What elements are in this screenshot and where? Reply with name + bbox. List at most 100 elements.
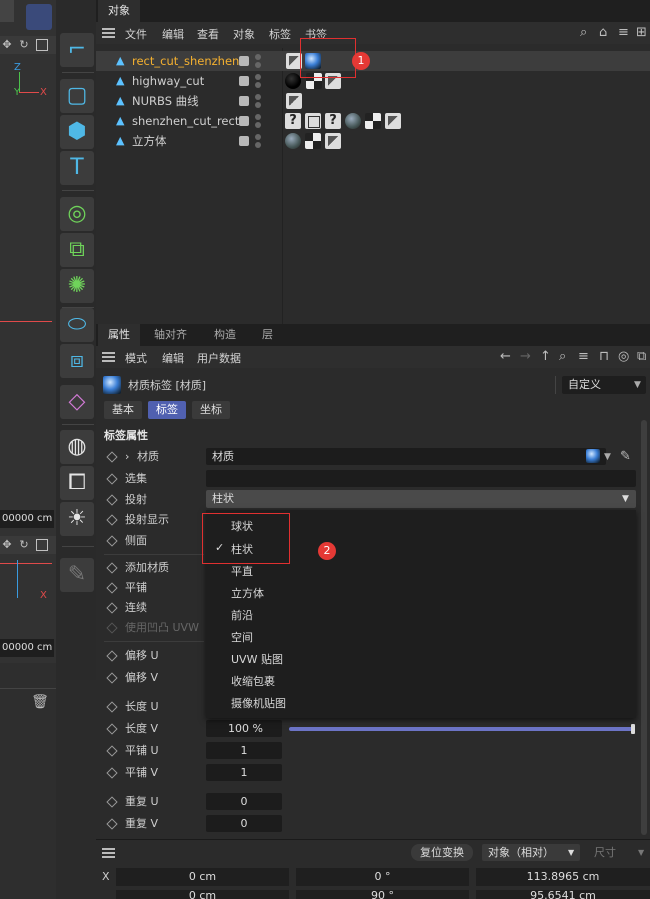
array-icon[interactable]: ◎ [60, 197, 94, 231]
menu-icon[interactable] [102, 352, 115, 362]
search-icon[interactable]: ⌕ [559, 350, 566, 364]
preset-dropdown[interactable]: 自定义 ▼ [562, 376, 646, 394]
menu-file[interactable]: 文件 [125, 26, 147, 42]
object-name[interactable]: shenzhen_cut_rect [132, 111, 239, 131]
maximize-icon[interactable] [36, 39, 48, 51]
rotate-icon[interactable]: ↻ [18, 539, 30, 551]
maximize-icon[interactable] [36, 539, 48, 551]
keyframe-diamond-icon[interactable] [106, 514, 118, 526]
uvw-tag-icon[interactable] [385, 113, 401, 129]
visibility-dots[interactable] [255, 134, 261, 148]
tiles-v-field[interactable]: 1 [206, 764, 282, 781]
visibility-check[interactable] [239, 56, 249, 66]
size-dropdown[interactable]: 尺寸 ▼ [588, 844, 650, 861]
light-icon[interactable]: ☀ [60, 502, 94, 536]
menu-icon[interactable] [102, 848, 115, 858]
uvw-tag-icon[interactable] [325, 133, 341, 149]
dropdown-option-cubic[interactable]: 立方体 [231, 585, 264, 601]
object-row-nurbs-curve[interactable]: ▲ NURBS 曲线 [96, 91, 650, 111]
text-icon[interactable]: T [60, 151, 94, 185]
checker-tag-icon[interactable] [305, 133, 321, 149]
keyframe-diamond-icon[interactable] [106, 473, 118, 485]
stone-material-tag-icon[interactable] [345, 113, 361, 129]
deformer-icon[interactable]: ⬭ [60, 308, 94, 342]
length-v-field[interactable]: 100 % [206, 720, 282, 737]
keyframe-diamond-icon[interactable] [106, 582, 118, 594]
position-x-field[interactable]: 0 cm [116, 868, 289, 886]
unknown-tag-icon[interactable]: ? [325, 113, 341, 129]
section-tab-coords[interactable]: 坐标 [192, 401, 230, 419]
length-v-slider-handle[interactable] [631, 724, 635, 734]
keyframe-diamond-icon[interactable] [106, 723, 118, 735]
viewport-coordinate-field[interactable]: 00000 cm [0, 510, 54, 528]
section-tab-basic[interactable]: 基本 [104, 401, 142, 419]
keyframe-diamond-icon[interactable] [106, 451, 118, 463]
cloner-icon[interactable]: ⧉ [60, 233, 94, 267]
visibility-dots[interactable] [255, 54, 261, 68]
menu-mode[interactable]: 模式 [125, 350, 147, 366]
dropdown-option-uvw-mapping[interactable]: UVW 贴图 [231, 651, 283, 667]
position-y-field[interactable]: 0 cm [116, 890, 289, 899]
object-row-rect-cut-shenzhen[interactable]: ▲ rect_cut_shenzhen [96, 51, 650, 71]
rectangle-icon[interactable]: ▢ [60, 79, 94, 113]
menu-user-data[interactable]: 用户数据 [197, 350, 241, 366]
spline-icon[interactable]: ◇ [60, 385, 94, 419]
filter-icon[interactable]: ≡ [618, 26, 629, 40]
tab-attributes[interactable]: 属性 [98, 324, 140, 346]
visibility-dots[interactable] [255, 74, 261, 88]
expand-chevron-icon[interactable]: › [125, 446, 129, 468]
visibility-dots[interactable] [255, 114, 261, 128]
keyframe-diamond-icon[interactable] [106, 701, 118, 713]
rotation-h-field[interactable]: 0 ° [296, 868, 469, 886]
tab-layer[interactable]: 层 [252, 324, 283, 346]
environment-icon[interactable]: ◍ [60, 430, 94, 464]
tab-objects[interactable]: 对象 [98, 0, 140, 22]
viewport-coordinate-field-2[interactable]: 00000 cm [0, 639, 54, 657]
effector-icon[interactable]: ✺ [60, 269, 94, 303]
filter-icon[interactable]: ≡ [578, 350, 589, 364]
phong-tag-icon[interactable] [305, 113, 321, 129]
unknown-tag-icon[interactable]: ? [285, 113, 301, 129]
uvw-tag-icon[interactable] [286, 93, 302, 109]
visibility-check[interactable] [239, 76, 249, 86]
chevron-down-icon[interactable]: ▼ [604, 446, 611, 468]
repeat-v-field[interactable]: 0 [206, 815, 282, 832]
keyframe-diamond-icon[interactable] [106, 818, 118, 830]
section-tab-tag[interactable]: 标签 [148, 401, 186, 419]
select-tool-icon[interactable]: ⌐ [60, 33, 94, 67]
up-arrow-icon[interactable]: ↑ [540, 350, 551, 364]
visibility-dots[interactable] [255, 94, 261, 108]
rotate-icon[interactable]: ↻ [18, 39, 30, 51]
home-icon[interactable]: ⌂ [599, 26, 607, 40]
bend-icon[interactable]: ⧈ [60, 344, 94, 378]
keyframe-diamond-icon[interactable] [106, 602, 118, 614]
eyedropper-icon[interactable]: ✎ [620, 446, 631, 468]
menu-edit[interactable]: 编辑 [162, 26, 184, 42]
object-name[interactable]: highway_cut [132, 71, 204, 91]
reset-transform-button[interactable]: 复位变换 [411, 844, 473, 861]
object-row-cube[interactable]: ▲ 立方体 [96, 131, 650, 151]
target-icon[interactable]: ◎ [618, 350, 629, 364]
repeat-u-field[interactable]: 0 [206, 793, 282, 810]
keyframe-diamond-icon[interactable] [106, 745, 118, 757]
visibility-check[interactable] [239, 116, 249, 126]
object-row-highway-cut[interactable]: ▲ highway_cut [96, 71, 650, 91]
menu-edit[interactable]: 编辑 [162, 350, 184, 366]
object-name[interactable]: 立方体 [132, 131, 167, 151]
dropdown-option-flat[interactable]: 平直 [231, 563, 253, 579]
projection-dropdown[interactable]: 柱状 ▼ [206, 490, 636, 508]
add-icon[interactable]: ⊞ [636, 26, 647, 40]
size-y-field[interactable]: 95.6541 cm [476, 890, 650, 899]
tab-axis-align[interactable]: 轴对齐 [144, 324, 197, 346]
dropdown-option-frontal[interactable]: 前沿 [231, 607, 253, 623]
keyframe-diamond-icon[interactable] [106, 535, 118, 547]
dropdown-option-camera-map[interactable]: 摄像机贴图 [231, 695, 286, 711]
checker-tag-icon[interactable] [365, 113, 381, 129]
keyframe-diamond-icon[interactable] [106, 796, 118, 808]
size-x-field[interactable]: 113.8965 cm [476, 868, 650, 886]
camera-icon[interactable]: ⧠ [60, 466, 94, 500]
search-icon[interactable]: ⌕ [580, 26, 587, 40]
viewport-render-button[interactable] [26, 4, 52, 30]
move-icon[interactable]: ✥ [1, 539, 13, 551]
back-arrow-icon[interactable]: ← [500, 350, 511, 364]
